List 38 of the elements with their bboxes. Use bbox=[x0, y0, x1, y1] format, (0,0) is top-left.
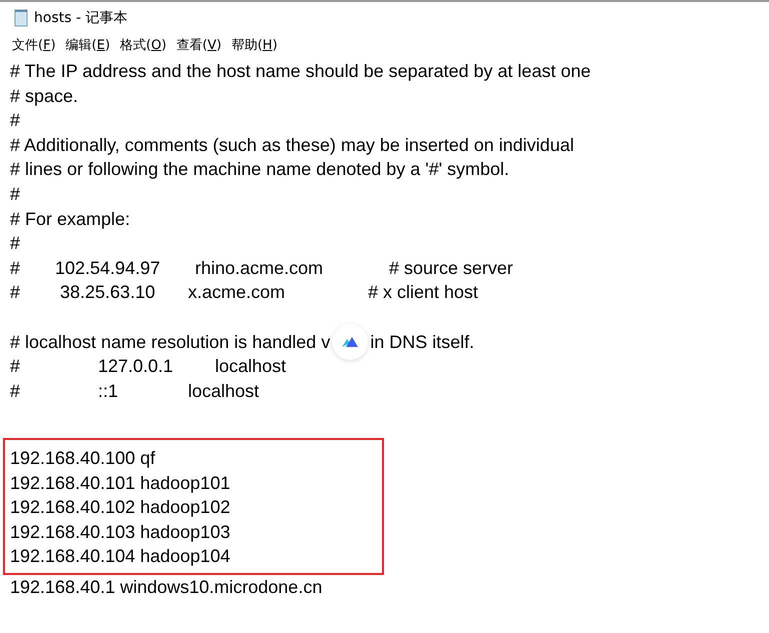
text-label: # x client host bbox=[368, 281, 478, 304]
text-line: # lines or following the machine name denoted by a '#' symbol. bbox=[10, 159, 510, 180]
text-line: 192.168.40.101 hadoop101 bbox=[10, 472, 230, 492]
text-label: localhost bbox=[188, 380, 260, 403]
menu-item[interactable]: 编辑(E) bbox=[66, 36, 110, 54]
menu-item[interactable]: 格式(O) bbox=[120, 36, 166, 54]
text-label: localhost bbox=[215, 355, 286, 378]
notepad-icon bbox=[14, 8, 28, 26]
text-label: ::1 bbox=[98, 380, 118, 403]
text-label: # bbox=[10, 355, 20, 378]
text-line: # Additionally, comments (such as these) may be inserted on individual bbox=[10, 134, 574, 155]
text-label: rhino.acme.com bbox=[195, 256, 324, 280]
text-line: 192.168.40.102 hadoop102 bbox=[10, 497, 230, 518]
text-line: # bbox=[10, 233, 20, 254]
text-line: # space. bbox=[10, 86, 78, 106]
text-line: 192.168.40.1 windows10.microdone.cn bbox=[10, 576, 322, 597]
text-line: # bbox=[10, 184, 20, 204]
text-line: 192.168.40.103 hadoop103 bbox=[10, 522, 230, 542]
menu-item[interactable]: 帮助(H) bbox=[231, 36, 278, 54]
text-line: 192.168.40.100 qf bbox=[10, 448, 156, 468]
floating-app-icon[interactable] bbox=[332, 324, 368, 360]
menu-item[interactable]: 查看(V) bbox=[176, 36, 222, 54]
text-line: 192.168.40.104 hadoop104 bbox=[10, 546, 230, 566]
text-label: # bbox=[10, 281, 20, 304]
text-label: x.acme.com bbox=[188, 281, 286, 304]
text-line: # bbox=[10, 110, 20, 130]
text-line: # The IP address and the host name should be separated by at least one bbox=[10, 61, 591, 81]
text-label: # bbox=[10, 380, 20, 403]
text-label: # source server bbox=[389, 256, 514, 280]
text-label: # bbox=[10, 256, 20, 280]
text-line: # localhost name resolution is handled v bbox=[10, 330, 330, 354]
text-line: in DNS itself. bbox=[370, 330, 474, 354]
text-line: # For example: bbox=[10, 208, 130, 229]
menu-item[interactable]: 文件(F) bbox=[12, 36, 56, 54]
text-label: 127.0.0.1 bbox=[98, 355, 174, 378]
text-label: 38.25.63.10 bbox=[60, 281, 156, 304]
window-title: hosts - 记事本 bbox=[34, 8, 128, 26]
text-label: 102.54.94.97 bbox=[55, 256, 160, 280]
